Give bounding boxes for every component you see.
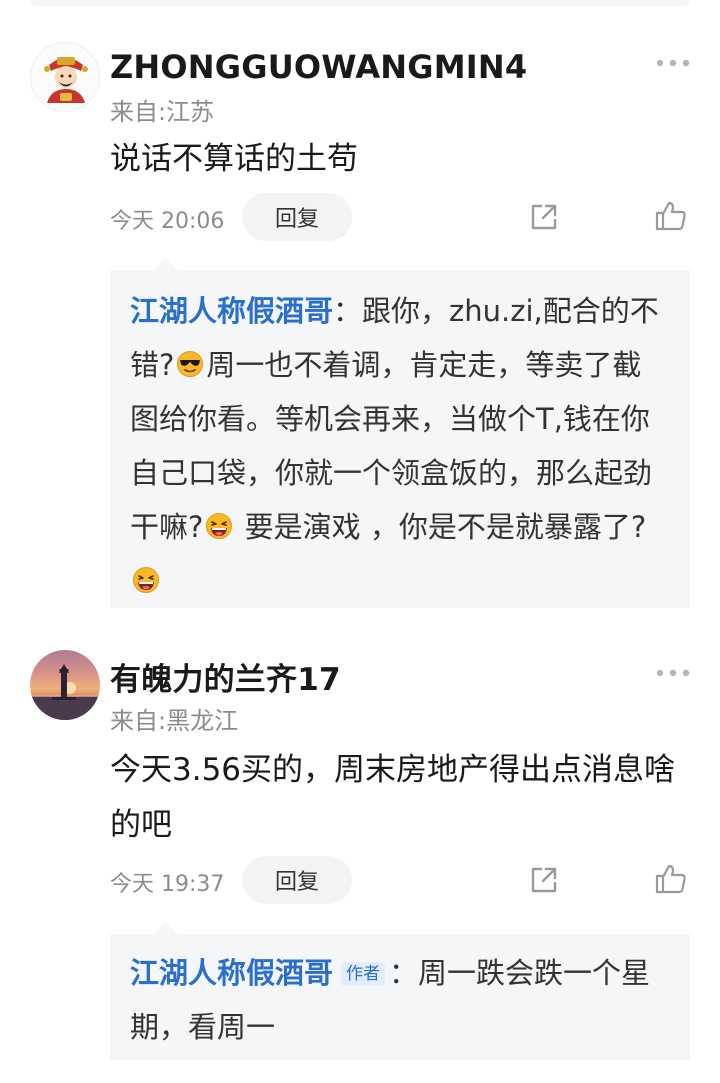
reply-author-link[interactable]: 江湖人称假酒哥 (130, 956, 333, 990)
user-location: 来自:江苏 (110, 98, 215, 126)
user-location: 来自:黑龙江 (110, 707, 239, 735)
reply-box: 江湖人称假酒哥：跟你，zhu.zi,配合的不错? 周一也不着调，肯定走，等卖了截图… (110, 258, 690, 608)
reply-box: 江湖人称假酒哥 作者 ：周一跌会跌一个星期，看周一 (110, 922, 690, 1060)
username[interactable]: ZHONGGUOWANGMIN4 (110, 48, 527, 86)
fortune-god-avatar-icon (32, 44, 99, 111)
user-avatar[interactable] (30, 650, 100, 720)
share-icon[interactable] (528, 201, 560, 233)
reply-separator: ： (333, 294, 363, 328)
previous-comment-card-edge (30, 0, 690, 6)
share-icon[interactable] (528, 864, 560, 896)
reply-box-pointer (154, 922, 178, 934)
laughing-emoji-icon (133, 567, 159, 593)
more-icon[interactable] (655, 668, 691, 678)
comment-time: 今天 19:37 (110, 872, 225, 897)
lighthouse-sunset-avatar-icon (30, 664, 100, 720)
sunglasses-emoji-icon (177, 351, 204, 377)
comment-feed: ZHONGGUOWANGMIN4 来自:江苏 说话不算话的土苟 今天 20:06… (0, 0, 720, 1083)
comment-meta-row: 今天 20:06 回复 (110, 193, 690, 241)
comment-text: 今天3.56买的，周末房地产得出点消息啥的吧 (110, 752, 676, 843)
reply-text: 江湖人称假酒哥：跟你，zhu.zi,配合的不错? 周一也不着调，肯定走，等卖了截图… (130, 284, 670, 608)
comment-time: 今天 20:06 (110, 209, 225, 234)
user-avatar[interactable] (30, 42, 100, 112)
like-icon[interactable] (654, 862, 688, 896)
reply-box-pointer (154, 258, 178, 270)
reply-separator: ： (389, 956, 419, 990)
comment-meta-row: 今天 19:37 回复 (110, 856, 690, 904)
reply-author-link[interactable]: 江湖人称假酒哥 (130, 294, 333, 328)
reply-button[interactable]: 回复 (242, 193, 352, 241)
author-badge: 作者 (341, 962, 386, 986)
username[interactable]: 有魄力的兰齐17 (110, 654, 341, 699)
reply-button[interactable]: 回复 (242, 856, 352, 904)
more-icon[interactable] (655, 58, 691, 68)
like-icon[interactable] (654, 199, 688, 233)
laughing-emoji-icon (206, 513, 233, 539)
reply-text-part-3: 要是演戏 ，你是不是就暴露了? (235, 510, 647, 544)
reply-text: 江湖人称假酒哥 作者 ：周一跌会跌一个星期，看周一 (130, 946, 670, 1054)
comment-text: 说话不算话的土苟 (110, 141, 358, 177)
